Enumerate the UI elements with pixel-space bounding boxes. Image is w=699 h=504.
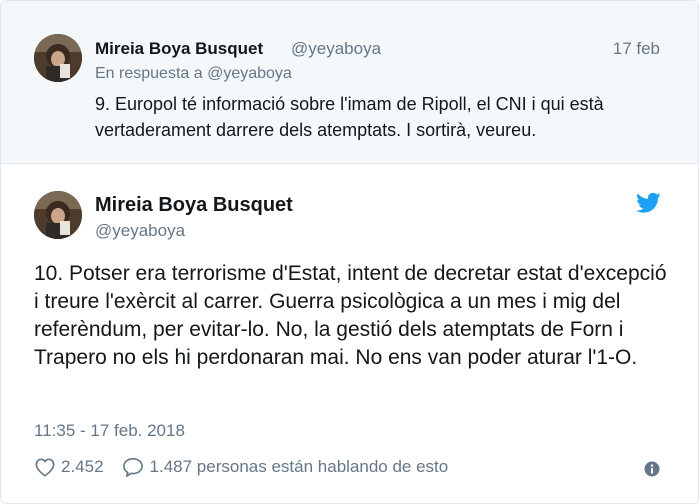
parent-tweet[interactable]: Mireia Boya Busquet @yeyaboya 17 feb En … — [1, 1, 698, 164]
reply-action[interactable]: 1.487 personas están hablando de esto — [122, 457, 449, 477]
likes-count: 2.452 — [61, 457, 104, 476]
parent-tweet-text: 9. Europol té informació sobre l'imam de… — [95, 94, 604, 140]
replies-count: 1.487 personas están hablando de esto — [149, 457, 449, 476]
twitter-bird-icon[interactable] — [636, 192, 661, 214]
reply-prefix: En respuesta a — [95, 65, 203, 82]
main-avatar[interactable] — [34, 191, 82, 239]
tweet-timestamp[interactable]: 11:35 - 17 feb. 2018 — [34, 421, 185, 441]
reply-context: En respuesta a @yeyaboya — [95, 65, 292, 83]
parent-date[interactable]: 17 feb — [613, 39, 660, 59]
parent-avatar[interactable] — [34, 34, 82, 82]
tweet-actions: 2.452 1.487 personas están hablando de e… — [34, 454, 448, 480]
comment-bubble-icon[interactable] — [122, 457, 144, 477]
like-action[interactable]: 2.452 — [34, 457, 122, 477]
parent-author-handle[interactable]: @yeyaboya — [291, 39, 381, 59]
reply-handle-link[interactable]: @yeyaboya — [207, 65, 292, 82]
info-icon[interactable] — [644, 461, 660, 477]
embedded-tweet-card: Mireia Boya Busquet @yeyaboya 17 feb En … — [0, 0, 699, 504]
parent-author-name[interactable]: Mireia Boya Busquet — [95, 39, 263, 59]
main-author-name[interactable]: Mireia Boya Busquet — [95, 194, 293, 217]
main-tweet-text: 10. Potser era terrorisme d'Estat, inten… — [34, 262, 667, 369]
heart-icon[interactable] — [34, 457, 56, 477]
main-author-handle[interactable]: @yeyaboya — [95, 221, 185, 241]
